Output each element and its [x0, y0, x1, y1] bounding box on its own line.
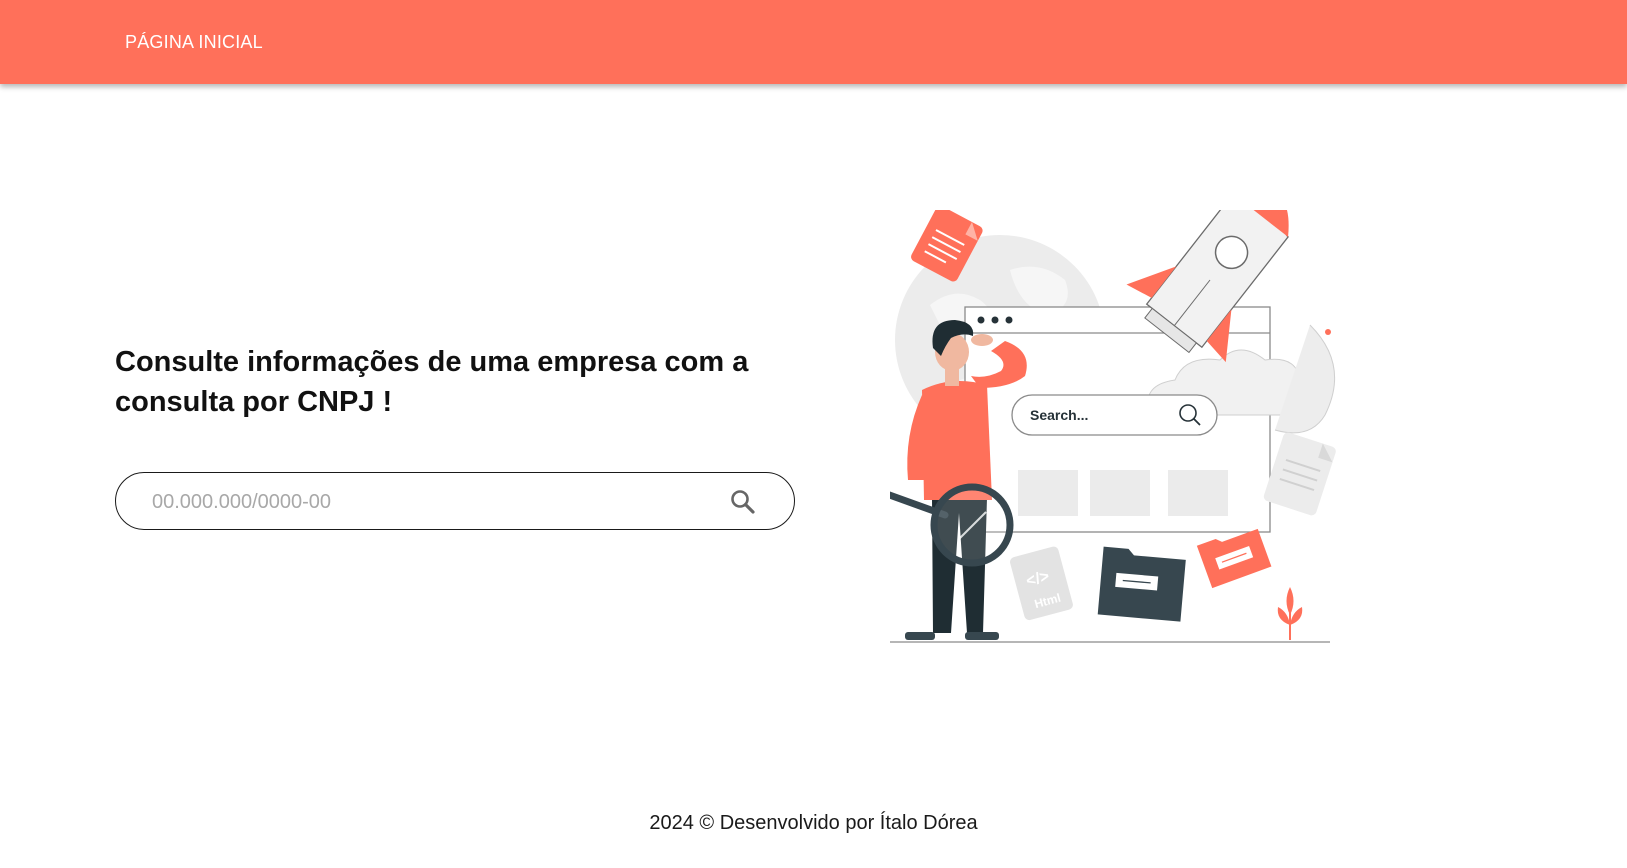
search-illustration: Search... </> Html — [890, 210, 1336, 643]
html-file-icon: </> Html — [1010, 546, 1073, 621]
illustration-search-text: Search... — [1030, 407, 1088, 423]
search-icon — [731, 490, 755, 514]
page-headline: Consulte informações de uma empresa com … — [115, 342, 815, 422]
search-button[interactable] — [726, 485, 760, 519]
top-navbar: PÁGINA INICIAL — [0, 0, 1627, 84]
gray-document-icon — [1263, 432, 1336, 516]
cnpj-search-box — [115, 472, 795, 530]
illustration-search-bar: Search... — [1011, 394, 1218, 436]
headline-line-1: Consulte informações de uma empresa com … — [115, 346, 749, 378]
headline-line-2: consulta por CNPJ ! — [115, 386, 393, 418]
footer-credits: 2024 © Desenvolvido por Ítalo Dórea — [649, 812, 978, 834]
nav-home-link[interactable]: PÁGINA INICIAL — [125, 32, 263, 53]
dark-folder-icon — [1097, 546, 1186, 622]
plant-icon — [1277, 587, 1303, 640]
orange-folder-icon — [1196, 528, 1272, 589]
cnpj-input[interactable] — [150, 483, 714, 521]
